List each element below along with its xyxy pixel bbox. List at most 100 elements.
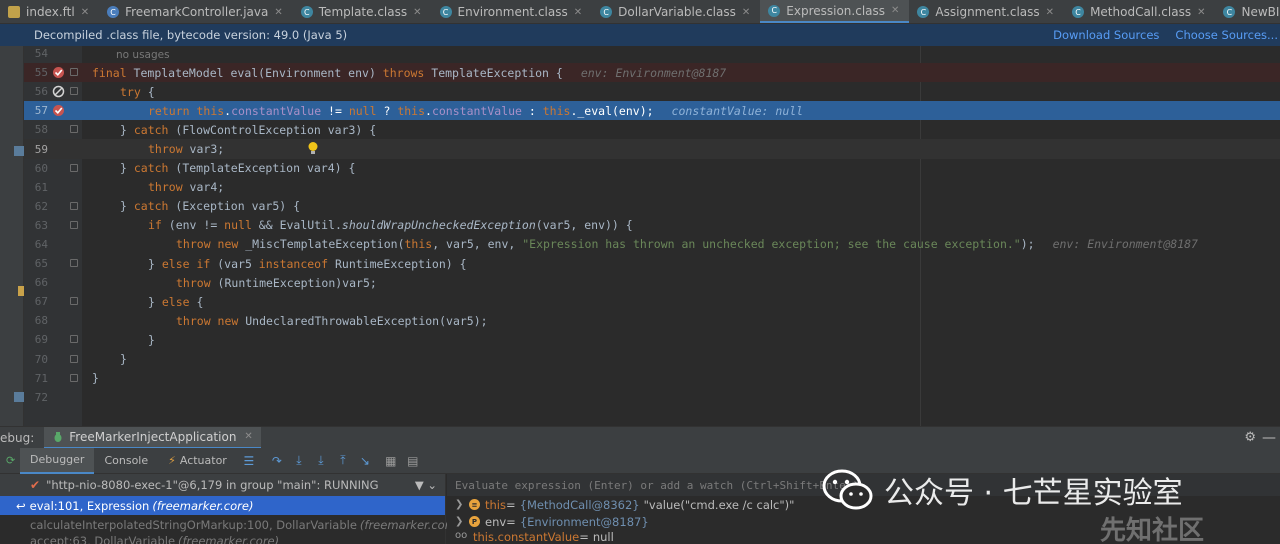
code-line-71[interactable]: 71 } <box>24 369 1280 388</box>
close-icon[interactable]: ✕ <box>413 7 421 18</box>
thread-selector[interactable]: ✔ "http-nio-8080-exec-1"@6,179 in group … <box>0 474 445 496</box>
wechat-logo-icon <box>822 469 873 510</box>
code-line-72[interactable]: 72 <box>24 388 1280 407</box>
stack-frame[interactable]: ↩ eval:101, Expression (freemarker.core) <box>0 496 445 515</box>
tab-label: Environment.class <box>457 5 568 19</box>
disabled-breakpoint-icon[interactable] <box>52 85 65 98</box>
step-out-icon[interactable]: ⤒ <box>333 451 353 471</box>
lightbulb-icon[interactable] <box>307 141 319 156</box>
tab-label: Template.class <box>318 5 408 19</box>
tab-label: index.ftl <box>26 5 75 19</box>
variable-name: env <box>485 514 507 529</box>
code-line-61[interactable]: 61 throw var4; <box>24 178 1280 197</box>
fold-icon[interactable] <box>70 335 78 344</box>
code-line-54[interactable]: 54 no usages <box>24 44 1280 63</box>
fold-icon[interactable] <box>70 373 78 382</box>
code-line-64[interactable]: 64 throw new _MiscTemplateException(this… <box>24 235 1280 254</box>
debug-session-name: FreeMarkerInjectApplication <box>69 429 237 444</box>
step-over-icon[interactable]: ↷ <box>267 451 287 471</box>
code-line-59[interactable]: 59 throw var3; <box>24 139 1280 159</box>
debug-bug-icon <box>54 431 62 442</box>
class-file-icon: C <box>1223 6 1236 18</box>
fold-icon[interactable] <box>70 201 78 210</box>
gear-icon[interactable]: ⚙ <box>1244 430 1256 445</box>
fold-icon[interactable] <box>70 163 78 172</box>
stack-frame[interactable]: accept:63, DollarVariable (freemarker.co… <box>0 534 445 544</box>
frame-method: calculateInterpolatedStringOrMarkup:100,… <box>30 517 357 532</box>
code-line-66[interactable]: 66 throw (RuntimeException)var5; <box>24 273 1280 292</box>
fold-icon[interactable] <box>70 354 78 363</box>
tab-freemarkcontroller-java[interactable]: C FreemarkController.java ✕ <box>99 0 293 23</box>
tab-template-class[interactable]: C Template.class ✕ <box>293 0 432 23</box>
close-icon[interactable]: ✕ <box>274 7 282 18</box>
code-line-70[interactable]: 70 } <box>24 350 1280 369</box>
code-line-63[interactable]: 63 if (env != null && EvalUtil.shouldWra… <box>24 216 1280 235</box>
stack-frame[interactable]: calculateInterpolatedStringOrMarkup:100,… <box>0 515 461 534</box>
java-class-icon: C <box>107 6 120 18</box>
force-step-into-icon[interactable]: ⤓ <box>311 451 331 471</box>
filter-icon[interactable]: ▼ ⌄ <box>415 478 437 492</box>
code-line-62[interactable]: 62 } catch (Exception var5) { <box>24 197 1280 216</box>
tab-debugger[interactable]: Debugger <box>20 447 95 474</box>
code-line-69[interactable]: 69 } <box>24 330 1280 349</box>
fold-icon[interactable] <box>70 220 78 229</box>
debug-session-tab[interactable]: FreeMarkerInjectApplication ✕ <box>44 426 261 449</box>
fold-icon[interactable] <box>70 87 78 96</box>
code-line-65[interactable]: 65 } else if (var5 instanceof RuntimeExc… <box>24 254 1280 273</box>
fold-icon[interactable] <box>70 259 78 268</box>
trace-grid-icon[interactable]: ▤ <box>403 451 423 471</box>
close-icon[interactable]: ✕ <box>244 431 252 442</box>
close-icon[interactable]: ✕ <box>574 7 582 18</box>
line-number: 61 <box>34 180 48 194</box>
strip-marker <box>14 392 24 402</box>
choose-sources-link[interactable]: Choose Sources... <box>1175 28 1278 42</box>
tab-actuator[interactable]: ⚡ Actuator <box>158 448 237 474</box>
class-file-icon: C <box>300 6 313 18</box>
menu-lines-icon[interactable]: ☰ <box>239 451 259 471</box>
fold-icon[interactable] <box>70 125 78 134</box>
code-line-55[interactable]: 55 final TemplateModel eval(Environment … <box>24 63 1280 83</box>
close-icon[interactable]: ✕ <box>1197 7 1205 18</box>
frame-return-icon: ↩ <box>16 498 26 513</box>
decompiled-notice: Decompiled .class file, bytecode version… <box>34 28 348 42</box>
chevron-right-icon[interactable]: ❯ <box>455 516 469 527</box>
step-into-icon[interactable]: ⤓ <box>289 451 309 471</box>
tab-console[interactable]: Console <box>94 448 158 474</box>
tab-expression-class[interactable]: C Expression.class ✕ <box>760 0 910 23</box>
tab-environment-class[interactable]: C Environment.class ✕ <box>432 0 593 23</box>
close-icon[interactable]: ✕ <box>81 7 89 18</box>
breakpoint-check-icon[interactable] <box>52 66 65 79</box>
minimize-icon[interactable]: — <box>1262 430 1276 446</box>
evaluate-table-icon[interactable]: ▦ <box>381 451 401 471</box>
tab-methodcall-class[interactable]: C MethodCall.class ✕ <box>1064 0 1215 23</box>
close-icon[interactable]: ✕ <box>891 5 899 16</box>
code-line-60[interactable]: 60 } catch (TemplateException var4) { <box>24 159 1280 178</box>
tab-dollarvariable-class[interactable]: C DollarVariable.class ✕ <box>592 0 760 23</box>
close-icon[interactable]: ✕ <box>1046 7 1054 18</box>
code-line-56[interactable]: 56 try { <box>24 82 1280 101</box>
tab-assignment-class[interactable]: C Assignment.class ✕ <box>909 0 1064 23</box>
download-sources-link[interactable]: Download Sources <box>1053 28 1159 42</box>
breakpoint-check-icon[interactable] <box>52 104 65 117</box>
variable-name: this <box>485 497 506 512</box>
fold-icon[interactable] <box>70 68 78 77</box>
field-icon: ≡ <box>469 499 480 510</box>
frames-panel: ✔ "http-nio-8080-exec-1"@6,179 in group … <box>0 474 461 544</box>
variable-value: {MethodCall@8362} <box>519 497 640 512</box>
line-number: 59 <box>34 142 48 156</box>
thread-check-icon: ✔ <box>30 478 41 492</box>
tab-index-ftl[interactable]: index.ftl ✕ <box>0 0 99 23</box>
close-icon[interactable]: ✕ <box>742 7 750 18</box>
line-number: 63 <box>34 218 48 232</box>
code-line-68[interactable]: 68 throw new UndeclaredThrowableExceptio… <box>24 311 1280 330</box>
usages-hint[interactable]: no usages <box>116 49 170 61</box>
code-lines[interactable]: 54 no usages 55 final TemplateModel eval… <box>24 44 1280 407</box>
code-line-57-execution-point[interactable]: 57 return this.constantValue != null ? t… <box>24 101 1280 121</box>
rerun-icon[interactable]: ⟳ <box>0 454 20 467</box>
fold-icon[interactable] <box>70 297 78 306</box>
run-to-cursor-icon[interactable]: ↘ <box>355 451 375 471</box>
code-line-67[interactable]: 67 } else { <box>24 292 1280 311</box>
tab-newbi-class[interactable]: CNewBI.class✕ <box>1215 0 1280 23</box>
code-line-58[interactable]: 58 } catch (FlowControlException var3) { <box>24 120 1280 139</box>
chevron-right-icon[interactable]: ❯ <box>455 499 469 510</box>
